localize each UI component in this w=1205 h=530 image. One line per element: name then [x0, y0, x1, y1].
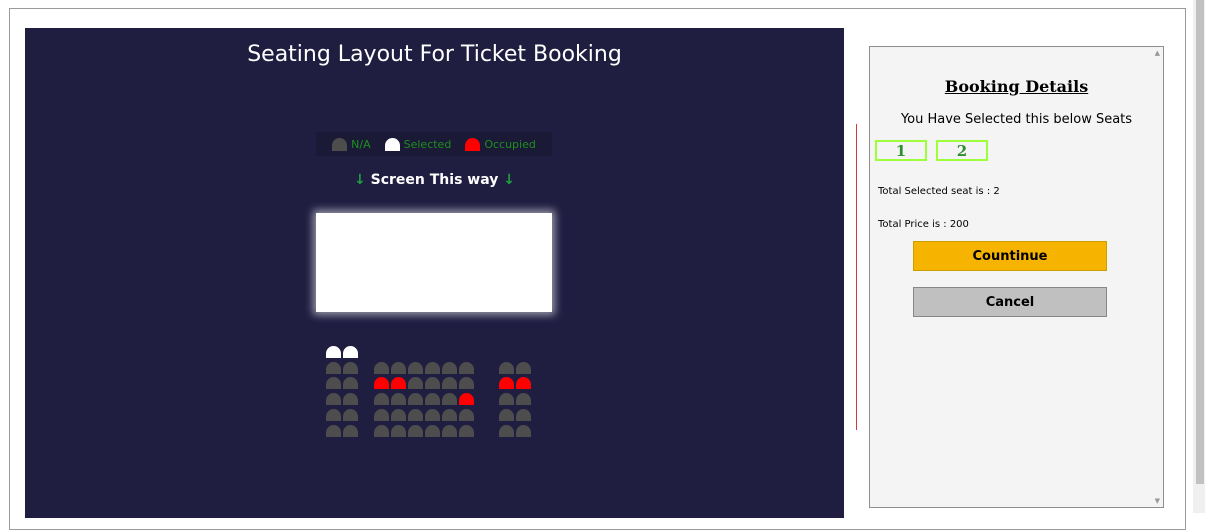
seat[interactable] — [425, 393, 440, 405]
seat-legend: N/A Selected Occupied — [316, 132, 552, 156]
seat-chip: 1 — [875, 140, 927, 161]
seat[interactable] — [408, 362, 423, 374]
seat[interactable] — [499, 393, 514, 405]
legend-label: Selected — [403, 137, 452, 151]
seat[interactable] — [516, 425, 531, 437]
seat[interactable] — [326, 362, 341, 374]
seat[interactable] — [516, 362, 531, 374]
seat[interactable] — [391, 362, 406, 374]
seat[interactable] — [326, 346, 341, 358]
seat[interactable] — [459, 362, 474, 374]
seat[interactable] — [391, 393, 406, 405]
seat[interactable] — [516, 409, 531, 421]
seat[interactable] — [459, 425, 474, 437]
seat — [391, 377, 406, 389]
legend-label: Occupied — [484, 137, 536, 151]
legend-na: N/A — [332, 137, 371, 151]
seat[interactable] — [425, 409, 440, 421]
seat[interactable] — [343, 346, 358, 358]
seat[interactable] — [425, 425, 440, 437]
seat[interactable] — [374, 425, 389, 437]
seat[interactable] — [516, 393, 531, 405]
seat[interactable] — [408, 425, 423, 437]
seat[interactable] — [408, 377, 423, 389]
seat[interactable] — [343, 409, 358, 421]
seat[interactable] — [343, 362, 358, 374]
seating-layout-panel: Seating Layout For Ticket Booking N/A Se… — [25, 28, 844, 518]
arrow-down-icon: ↓ — [503, 172, 515, 188]
seat[interactable] — [408, 393, 423, 405]
cinema-screen — [316, 213, 552, 312]
arrow-down-icon: ↓ — [354, 172, 366, 188]
screen-label-text: Screen This way — [370, 172, 499, 188]
legend-label: N/A — [351, 137, 371, 151]
seat[interactable] — [391, 425, 406, 437]
seat[interactable] — [326, 377, 341, 389]
selected-seat-chips: 1 2 — [875, 140, 988, 161]
seat[interactable] — [442, 362, 457, 374]
seat[interactable] — [459, 409, 474, 421]
seat-icon — [384, 137, 400, 151]
seat[interactable] — [326, 393, 341, 405]
booking-title: Booking Details — [944, 77, 1089, 96]
page-title-wrap: Seating Layout For Ticket Booking — [25, 42, 844, 67]
seat-icon — [465, 137, 481, 151]
seat[interactable] — [374, 362, 389, 374]
continue-button[interactable]: Countinue — [913, 241, 1107, 271]
seat[interactable] — [343, 393, 358, 405]
seat-icon — [332, 137, 348, 151]
total-price-text: Total Price is : 200 — [878, 219, 969, 230]
page-title: Seating Layout For Ticket Booking — [247, 42, 622, 67]
seat[interactable] — [442, 409, 457, 421]
total-seat-text: Total Selected seat is : 2 — [878, 186, 1000, 197]
seat — [499, 377, 514, 389]
seat[interactable] — [425, 362, 440, 374]
booking-subtitle: You Have Selected this below Seats — [900, 112, 1133, 127]
seat[interactable] — [408, 409, 423, 421]
scroll-down-icon[interactable]: ▼ — [1155, 497, 1160, 505]
scroll-up-icon[interactable]: ▲ — [1155, 49, 1160, 57]
legend-occupied: Occupied — [465, 137, 536, 151]
seat[interactable] — [499, 425, 514, 437]
screen-label: ↓ Screen This way ↓ — [25, 172, 844, 188]
seat — [516, 377, 531, 389]
seat[interactable] — [442, 393, 457, 405]
seat[interactable] — [374, 409, 389, 421]
seat[interactable] — [442, 425, 457, 437]
divider-line — [856, 124, 857, 430]
seat — [374, 377, 389, 389]
seat[interactable] — [374, 393, 389, 405]
seat[interactable] — [425, 377, 440, 389]
seat[interactable] — [499, 362, 514, 374]
seat[interactable] — [442, 377, 457, 389]
cancel-button[interactable]: Cancel — [913, 287, 1107, 317]
seat-chip: 2 — [936, 140, 988, 161]
booking-details-panel[interactable]: ▲ Booking Details You Have Selected this… — [869, 46, 1164, 508]
seat[interactable] — [343, 377, 358, 389]
legend-selected: Selected — [384, 137, 452, 151]
page-scrollbar-thumb[interactable] — [1196, 0, 1204, 484]
seat[interactable] — [459, 377, 474, 389]
seat[interactable] — [326, 425, 341, 437]
seat[interactable] — [326, 409, 341, 421]
seat — [459, 393, 474, 405]
seat[interactable] — [343, 425, 358, 437]
seat[interactable] — [391, 409, 406, 421]
seat[interactable] — [499, 409, 514, 421]
